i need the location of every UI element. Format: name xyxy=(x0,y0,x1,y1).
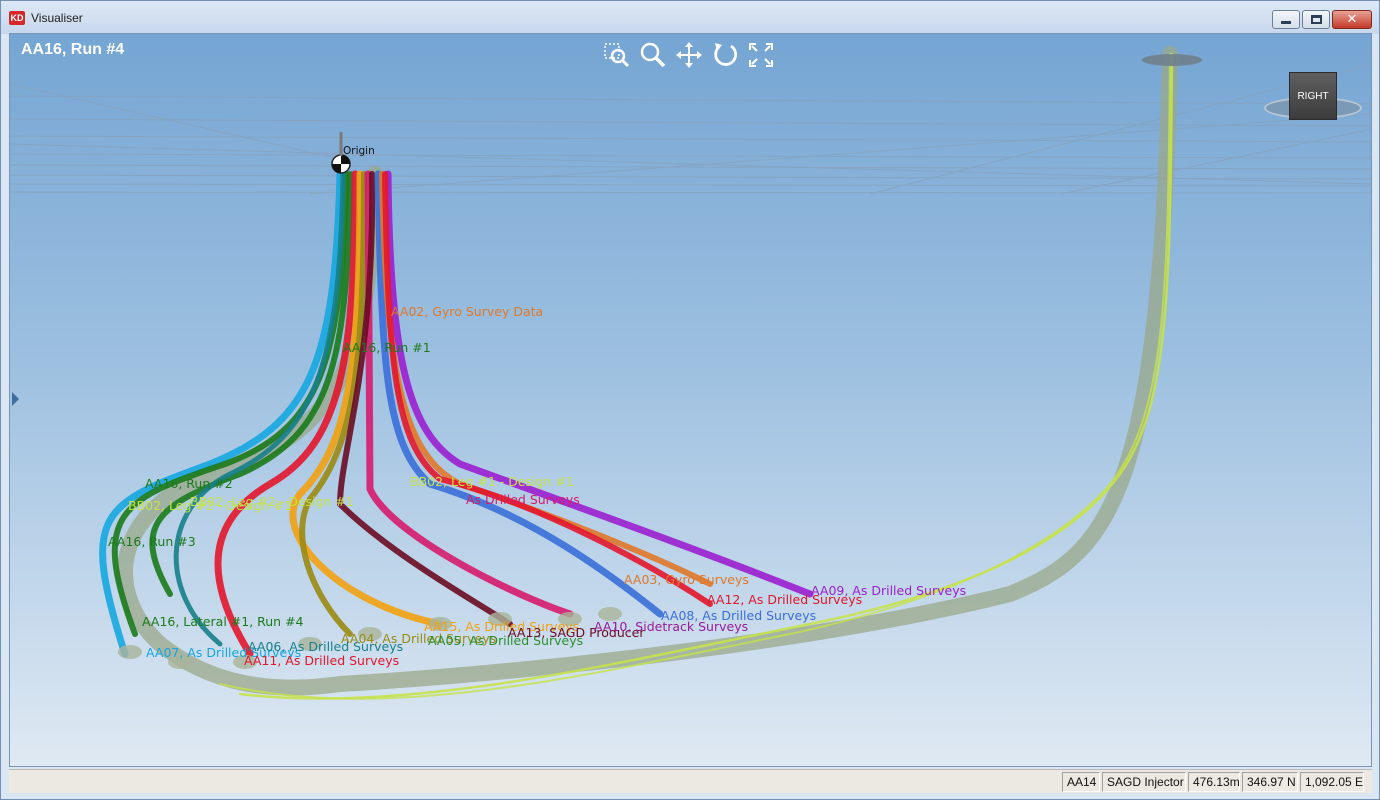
well-labels: AA02, Gyro Survey Data AA16, Run #1 AA16, … xyxy=(108,304,966,668)
well-label[interactable]: BB02, Leg #1 - Design #1 xyxy=(410,474,574,489)
view-cube[interactable]: RIGHT xyxy=(1289,72,1337,120)
close-button[interactable]: ✕ xyxy=(1332,10,1372,29)
well-label[interactable]: BB02, Leg #2 - Design #1 xyxy=(190,494,354,509)
well-paths xyxy=(99,46,1178,700)
side-panel-expand-icon[interactable] xyxy=(12,392,19,406)
status-well-type: SAGD Injector xyxy=(1102,772,1186,792)
status-northing: 346.97 N xyxy=(1242,772,1298,792)
status-easting: 1,092.05 E xyxy=(1300,772,1364,792)
3d-viewport[interactable]: Origin AA02, Gyro Survey Data AA16, Run #… xyxy=(9,33,1372,767)
zoom-icon[interactable] xyxy=(639,41,667,69)
well-trajectory-scene[interactable]: Origin AA02, Gyro Survey Data AA16, Run #… xyxy=(10,34,1372,767)
status-bar: AA14 SAGD Injector 476.13m 346.97 N 1,09… xyxy=(9,769,1372,793)
visualiser-window: KD Visualiser ✕ Origin AA02, Gyro Survey… xyxy=(0,0,1380,800)
well-label[interactable]: AA16, Run #1 xyxy=(343,340,431,355)
fit-extents-icon[interactable] xyxy=(747,41,775,69)
well-label[interactable]: AA03, Gyro Surveys xyxy=(624,572,749,587)
well-label[interactable]: AA16, Lateral #1, Run #4 xyxy=(142,614,304,629)
title-bar[interactable]: KD Visualiser ✕ xyxy=(1,1,1379,34)
rotate-icon[interactable] xyxy=(711,41,739,69)
maximize-icon xyxy=(1311,15,1322,24)
well-label[interactable]: AA16, Run #3 xyxy=(108,534,196,549)
well-label[interactable]: AA11, As Drilled Surveys xyxy=(244,653,399,668)
well-label[interactable]: AA09, As Drilled Surveys xyxy=(811,583,966,598)
window-title: Visualiser xyxy=(31,11,83,25)
maximize-button[interactable] xyxy=(1302,10,1330,29)
close-icon: ✕ xyxy=(1346,12,1358,27)
run-title: AA16, Run #4 xyxy=(21,41,125,58)
origin-label: Origin xyxy=(343,145,375,157)
view-toolbar xyxy=(603,41,783,69)
minimize-button[interactable] xyxy=(1272,10,1300,29)
well-label[interactable]: AA16, Run #2 xyxy=(145,476,233,491)
zoom-window-icon[interactable] xyxy=(603,41,631,69)
well-label[interactable]: As Drilled Surveys xyxy=(466,492,580,507)
well-label[interactable]: AA08, As Drilled Surveys xyxy=(661,608,816,623)
minimize-icon xyxy=(1281,21,1291,24)
pan-icon[interactable] xyxy=(675,41,703,69)
well-label[interactable]: AA02, Gyro Survey Data xyxy=(391,304,543,319)
app-logo-icon: KD xyxy=(9,11,25,25)
status-well: AA14 xyxy=(1062,772,1100,792)
wellhead-pad xyxy=(1142,54,1202,66)
status-depth: 476.13m xyxy=(1188,772,1240,792)
